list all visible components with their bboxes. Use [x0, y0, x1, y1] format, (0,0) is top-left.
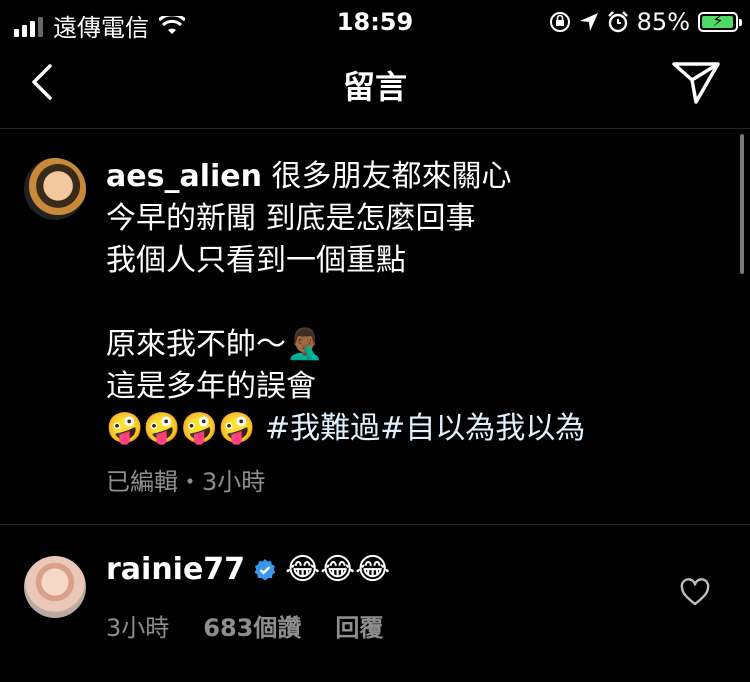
caption-line: 很多朋友都來關心 — [271, 159, 512, 194]
battery-icon: ⚡ — [698, 11, 742, 32]
comment-body: rainie77 😂😂😂 — [106, 552, 390, 587]
caption-line: 我個人只看到一個重點 — [106, 243, 406, 278]
caption-divider — [0, 524, 750, 525]
hashtag-link[interactable]: #我難過#自以為我以為 — [265, 411, 585, 446]
status-right: 85% ⚡ — [549, 8, 742, 36]
post-caption: aes_alien 很多朋友都來關心 今早的新聞 到底是怎麼回事 我個人只看到一… — [106, 156, 726, 450]
avatar-rainie77[interactable] — [24, 556, 86, 618]
post-meta: 已編輯・3小時 — [106, 468, 266, 496]
status-bar: 遠傳電信 18:59 85% ⚡ — [0, 0, 750, 44]
orientation-lock-icon — [549, 12, 570, 32]
caption-line: 今早的新聞 到底是怎麼回事 — [106, 201, 476, 236]
alarm-icon — [607, 11, 628, 33]
verified-badge-icon — [254, 558, 276, 580]
caption-line: 這是多年的誤會 — [106, 369, 316, 404]
comment-meta: 3小時 683個讚 回覆 — [106, 608, 383, 643]
comment-likes[interactable]: 683個讚 — [203, 608, 301, 643]
page-title: 留言 — [342, 68, 407, 106]
caption-line: 🤪🤪🤪🤪 — [106, 411, 256, 446]
post-username[interactable]: aes_alien — [106, 159, 262, 194]
navigation-bar: 留言 — [0, 48, 750, 126]
header-divider — [0, 128, 750, 129]
paper-plane-icon[interactable] — [670, 58, 722, 106]
scrollbar[interactable] — [740, 134, 744, 274]
comment-username[interactable]: rainie77 — [106, 552, 245, 587]
caption-line: 原來我不帥～🤦🏾‍♂️ — [106, 327, 324, 362]
location-icon — [579, 13, 598, 31]
comment-time: 3小時 — [106, 614, 170, 642]
battery-percent: 85% — [636, 8, 690, 36]
comment-text: 😂😂😂 — [285, 552, 391, 587]
heart-icon[interactable] — [680, 578, 710, 606]
reply-button[interactable]: 回覆 — [335, 608, 383, 643]
avatar-aes-alien[interactable] — [24, 158, 86, 220]
